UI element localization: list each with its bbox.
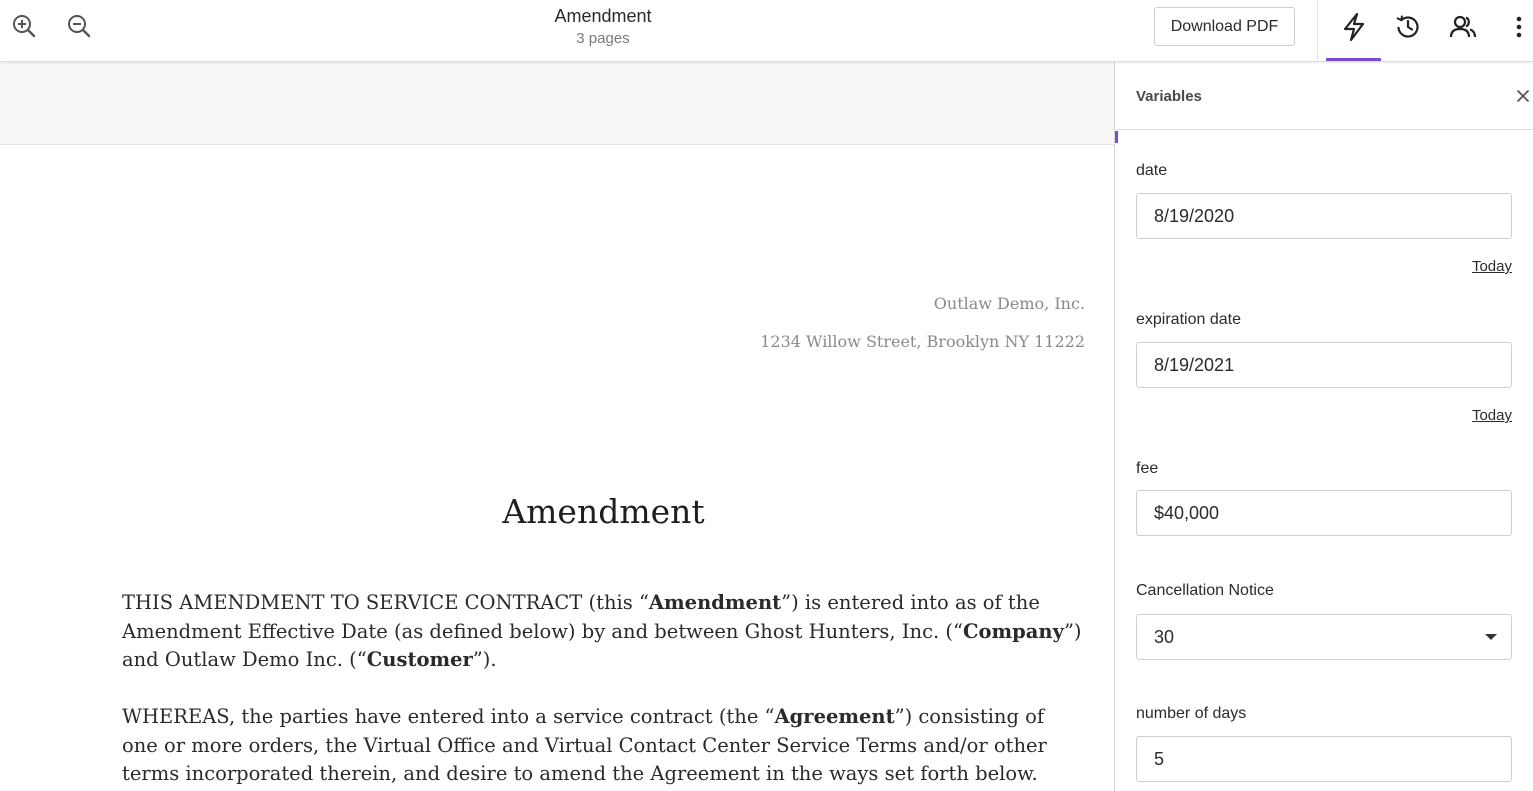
expiration-date-label: expiration date — [1136, 311, 1241, 328]
number-of-days-input[interactable] — [1136, 736, 1512, 782]
document-page: Outlaw Demo, Inc. 1234 Willow Street, Br… — [0, 145, 1114, 791]
fee-label: fee — [1136, 460, 1159, 477]
more-vertical-icon[interactable] — [1502, 10, 1533, 44]
paragraph-intro: THIS AMENDMENT TO SERVICE CONTRACT (this… — [122, 589, 1082, 675]
date-input[interactable] — [1136, 193, 1512, 239]
para1-text-4: ”). — [472, 648, 497, 672]
fee-input[interactable] — [1136, 490, 1512, 536]
scroll-indicator — [1115, 131, 1118, 143]
bolt-icon[interactable] — [1337, 10, 1371, 44]
document-title: Amendment — [554, 6, 652, 26]
users-icon[interactable] — [1446, 10, 1480, 44]
document-heading: Amendment — [502, 492, 705, 531]
paragraph-whereas: WHEREAS, the parties have entered into a… — [122, 703, 1082, 789]
zoom-in-icon[interactable] — [10, 12, 38, 40]
date-label: date — [1136, 162, 1168, 179]
close-icon[interactable] — [1513, 86, 1533, 106]
variables-panel-header: Variables — [1115, 62, 1533, 130]
para2-text-1: WHEREAS, the parties have entered into a… — [122, 705, 775, 728]
para1-text-1: THIS AMENDMENT TO SERVICE CONTRACT (this… — [122, 591, 649, 614]
variables-panel: Variables date Today expiration date Tod… — [1114, 62, 1533, 791]
toolbar-divider — [1317, 0, 1318, 62]
zoom-out-icon[interactable] — [65, 12, 93, 40]
variables-panel-title: Variables — [1136, 88, 1202, 105]
page-count: 3 pages — [576, 30, 630, 47]
para1-term-customer: Customer — [366, 648, 473, 672]
active-tab-indicator — [1326, 58, 1381, 61]
cancellation-notice-value: 30 — [1154, 626, 1175, 647]
top-toolbar: Amendment 3 pages Download PDF — [0, 0, 1533, 62]
date-today-link[interactable]: Today — [1472, 258, 1512, 275]
expiration-today-link[interactable]: Today — [1472, 407, 1512, 424]
document-viewer[interactable]: Outlaw Demo, Inc. 1234 Willow Street, Br… — [0, 62, 1114, 791]
para1-term-company: Company — [963, 619, 1064, 643]
company-address: 1234 Willow Street, Brooklyn NY 11222 — [760, 332, 1085, 351]
expiration-date-input[interactable] — [1136, 342, 1512, 388]
cancellation-notice-label: Cancellation Notice — [1136, 582, 1274, 599]
download-pdf-button[interactable]: Download PDF — [1154, 7, 1295, 46]
chevron-down-icon — [1485, 634, 1497, 640]
company-name: Outlaw Demo, Inc. — [933, 294, 1085, 313]
page-gap — [0, 62, 1114, 145]
number-of-days-label: number of days — [1136, 705, 1247, 722]
para2-term-agreement: Agreement — [774, 705, 895, 728]
history-icon[interactable] — [1391, 10, 1425, 44]
para1-term-amendment: Amendment — [648, 591, 782, 614]
cancellation-notice-select[interactable]: 30 — [1136, 614, 1512, 660]
document-title-block: Amendment 3 pages — [453, 6, 753, 48]
